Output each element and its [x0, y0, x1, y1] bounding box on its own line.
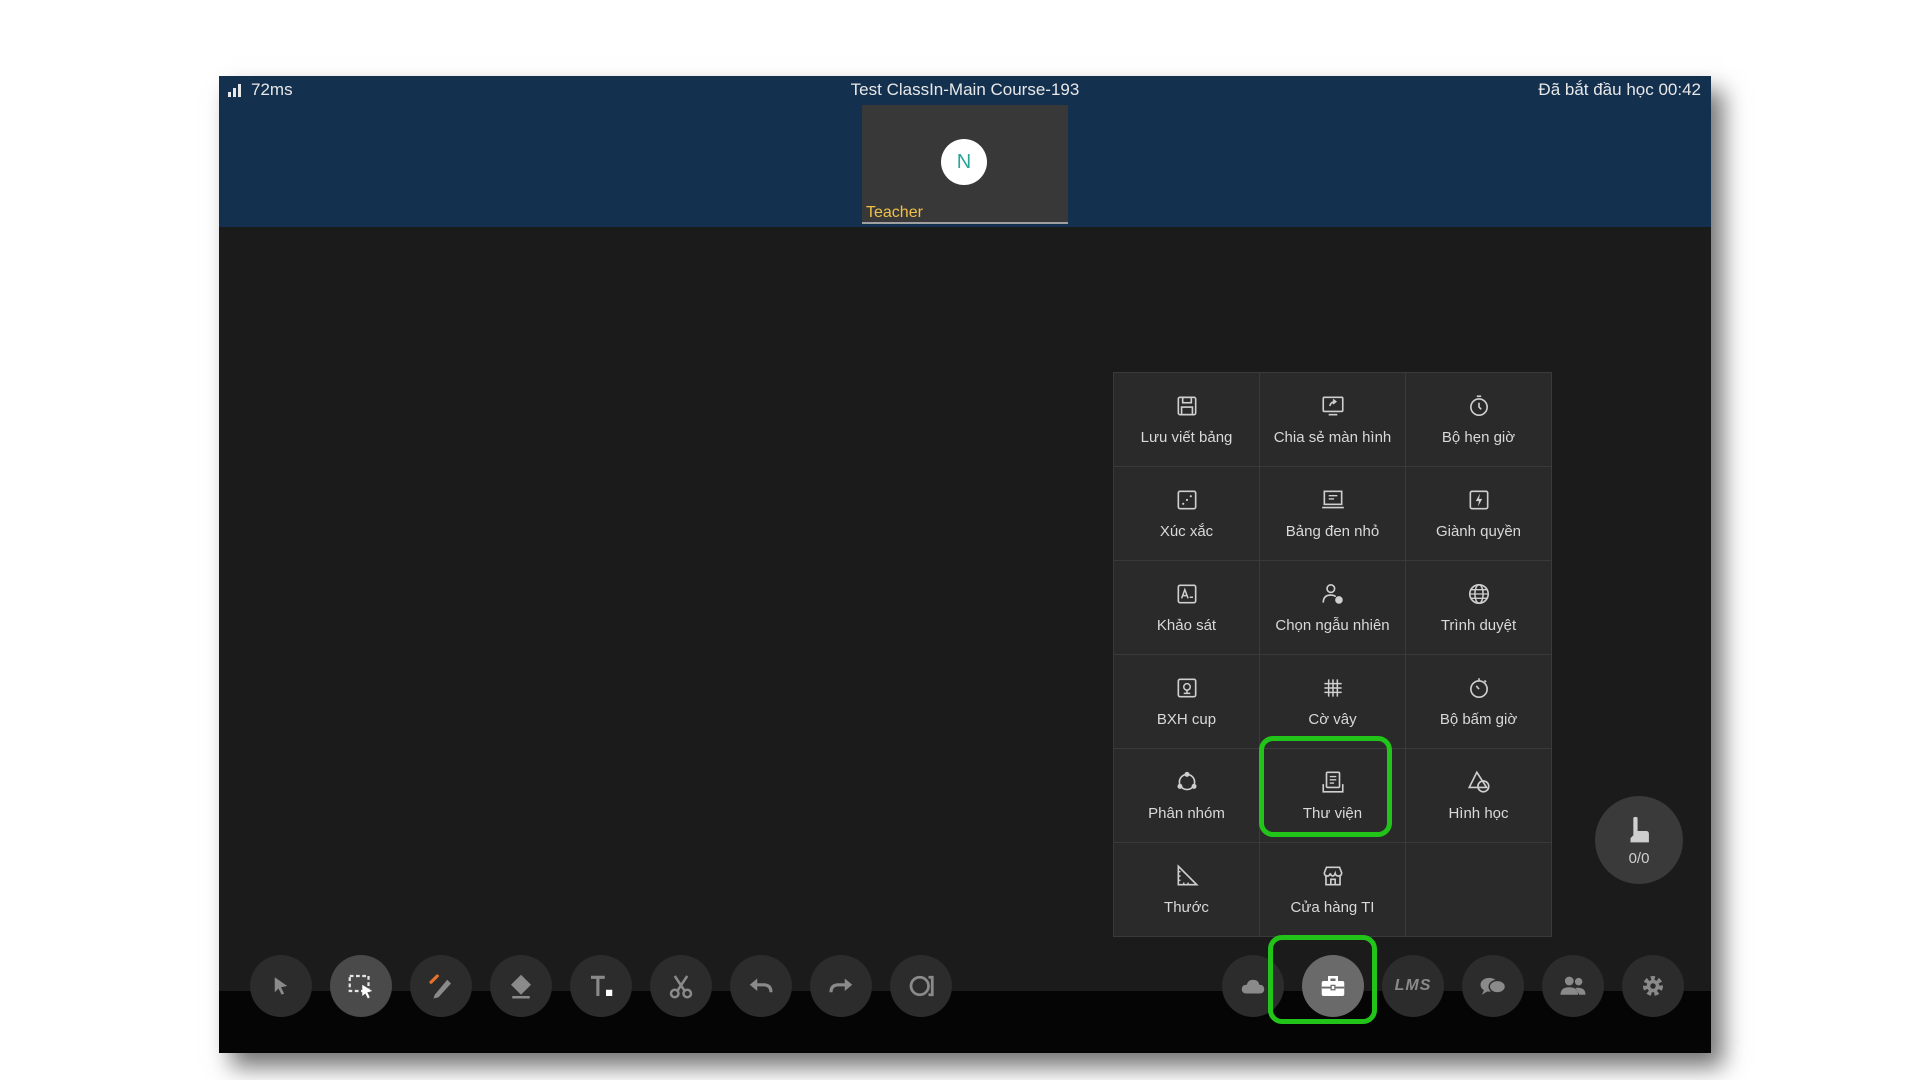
empty-cell — [1406, 843, 1551, 936]
browser-globe-icon — [1468, 583, 1489, 605]
geometry-icon — [1467, 770, 1490, 793]
small-blackboard-icon — [1321, 490, 1344, 509]
tool-label: Chia sẻ màn hình — [1273, 429, 1392, 446]
save-icon — [1177, 396, 1196, 416]
tool-library[interactable]: Thư viện — [1260, 749, 1405, 842]
library-icon — [1321, 771, 1344, 793]
timer-icon — [1469, 395, 1488, 417]
tool-save-board[interactable]: Lưu viết bảng — [1114, 373, 1259, 466]
tool-grouping[interactable]: Phân nhóm — [1114, 749, 1259, 842]
tool-label: Khảo sát — [1156, 617, 1217, 634]
tool-dice[interactable]: Xúc xắc — [1114, 467, 1259, 560]
redo-icon — [829, 978, 853, 993]
redo-button[interactable] — [810, 955, 872, 1017]
random-select-icon — [1321, 583, 1343, 604]
store-icon — [1323, 866, 1342, 886]
tool-label: Xúc xắc — [1159, 523, 1214, 540]
tool-label: Lưu viết bảng — [1140, 429, 1233, 446]
undo-icon — [749, 978, 773, 993]
tool-label: Chọn ngẫu nhiên — [1275, 617, 1390, 634]
header-bar: 72ms Test ClassIn-Main Course-193 Đã bắt… — [219, 76, 1711, 227]
pen-icon — [429, 974, 451, 999]
tool-ruler[interactable]: Thước — [1114, 843, 1259, 936]
teacher-video-tile[interactable]: N Teacher — [862, 105, 1068, 224]
toolbox-menu: Lưu viết bảng Chia sẻ màn hình Bộ hẹn gi… — [1113, 372, 1551, 936]
tool-screen-share[interactable]: Chia sẻ màn hình — [1260, 373, 1405, 466]
ruler-icon — [1177, 864, 1199, 886]
chat-bubbles-icon — [1480, 977, 1507, 995]
eraser-icon — [511, 974, 531, 999]
tool-survey[interactable]: Khảo sát — [1114, 561, 1259, 654]
tool-label: Cờ vây — [1308, 711, 1357, 728]
chat-button[interactable] — [1462, 955, 1524, 1017]
cloud-icon — [1241, 979, 1265, 994]
tool-label: Thước — [1164, 899, 1209, 916]
survey-icon — [1177, 584, 1196, 604]
tool-stopwatch[interactable]: Bộ bấm giờ — [1406, 655, 1551, 748]
select-tool-button[interactable] — [250, 955, 312, 1017]
tool-label: Giành quyền — [1435, 523, 1522, 540]
gear-icon — [1643, 976, 1663, 996]
stopwatch-icon — [1469, 678, 1488, 699]
teacher-avatar: N — [941, 139, 987, 185]
users-icon — [1560, 976, 1586, 995]
shape-circle-icon — [909, 975, 934, 997]
hand-raise-count: 0/0 — [1628, 849, 1650, 867]
responder-icon — [1469, 490, 1488, 510]
tool-label: Hình học — [1448, 805, 1509, 822]
tool-geometry[interactable]: Hình học — [1406, 749, 1551, 842]
area-select-tool-button[interactable] — [330, 955, 392, 1017]
area-select-icon — [348, 974, 373, 999]
cloud-drive-button[interactable] — [1222, 955, 1284, 1017]
class-timer: Đã bắt đầu học 00:42 — [1538, 80, 1701, 99]
pen-tool-button[interactable] — [410, 955, 472, 1017]
tool-label: Bảng đen nhỏ — [1285, 523, 1380, 540]
tool-label: BXH cup — [1156, 711, 1217, 728]
go-board-icon — [1323, 679, 1342, 697]
eraser-tool-button[interactable] — [490, 955, 552, 1017]
tool-browser[interactable]: Trình duyệt — [1406, 561, 1551, 654]
tool-label: Cửa hàng TI — [1290, 899, 1375, 916]
hand-raise-button[interactable]: 0/0 — [1595, 796, 1683, 884]
scissors-tool-button[interactable] — [650, 955, 712, 1017]
lms-label: LMS — [1394, 977, 1432, 994]
settings-button[interactable] — [1622, 955, 1684, 1017]
toolbox-briefcase-icon — [1321, 976, 1345, 996]
text-tool-button[interactable] — [570, 955, 632, 1017]
members-button[interactable] — [1542, 955, 1604, 1017]
tool-small-blackboard[interactable]: Bảng đen nhỏ — [1260, 467, 1405, 560]
text-icon — [591, 975, 613, 996]
tool-label: Bộ hẹn giờ — [1441, 429, 1516, 446]
tool-label: Phân nhóm — [1148, 805, 1225, 822]
tool-label: Trình duyệt — [1440, 617, 1517, 634]
dice-icon — [1177, 490, 1196, 510]
raised-hand-icon — [1630, 816, 1649, 842]
tool-ti-store[interactable]: Cửa hàng TI — [1260, 843, 1405, 936]
undo-button[interactable] — [730, 955, 792, 1017]
tool-responder[interactable]: Giành quyền — [1406, 467, 1551, 560]
tool-cup-ranking[interactable]: BXH cup — [1114, 655, 1259, 748]
screen-share-icon — [1321, 396, 1344, 416]
shape-tool-button[interactable] — [890, 955, 952, 1017]
tool-label: Thư viện — [1302, 805, 1363, 822]
course-title: Test ClassIn-Main Course-193 — [850, 80, 1080, 99]
scissors-icon — [669, 975, 693, 999]
cursor-arrow-icon — [274, 977, 288, 995]
lms-button[interactable]: LMS — [1382, 955, 1444, 1017]
toolbox-button[interactable] — [1302, 955, 1364, 1017]
trophy-ranking-icon — [1177, 678, 1196, 698]
teacher-label: Teacher — [866, 204, 923, 221]
tool-timer[interactable]: Bộ hẹn giờ — [1406, 373, 1551, 466]
tool-go-board[interactable]: Cờ vây — [1260, 655, 1405, 748]
tool-label: Bộ bấm giờ — [1439, 711, 1518, 728]
classroom-window: 72ms Test ClassIn-Main Course-193 Đã bắt… — [219, 76, 1711, 1053]
tool-random-select[interactable]: Chọn ngẫu nhiên — [1260, 561, 1405, 654]
grouping-icon — [1176, 771, 1197, 791]
